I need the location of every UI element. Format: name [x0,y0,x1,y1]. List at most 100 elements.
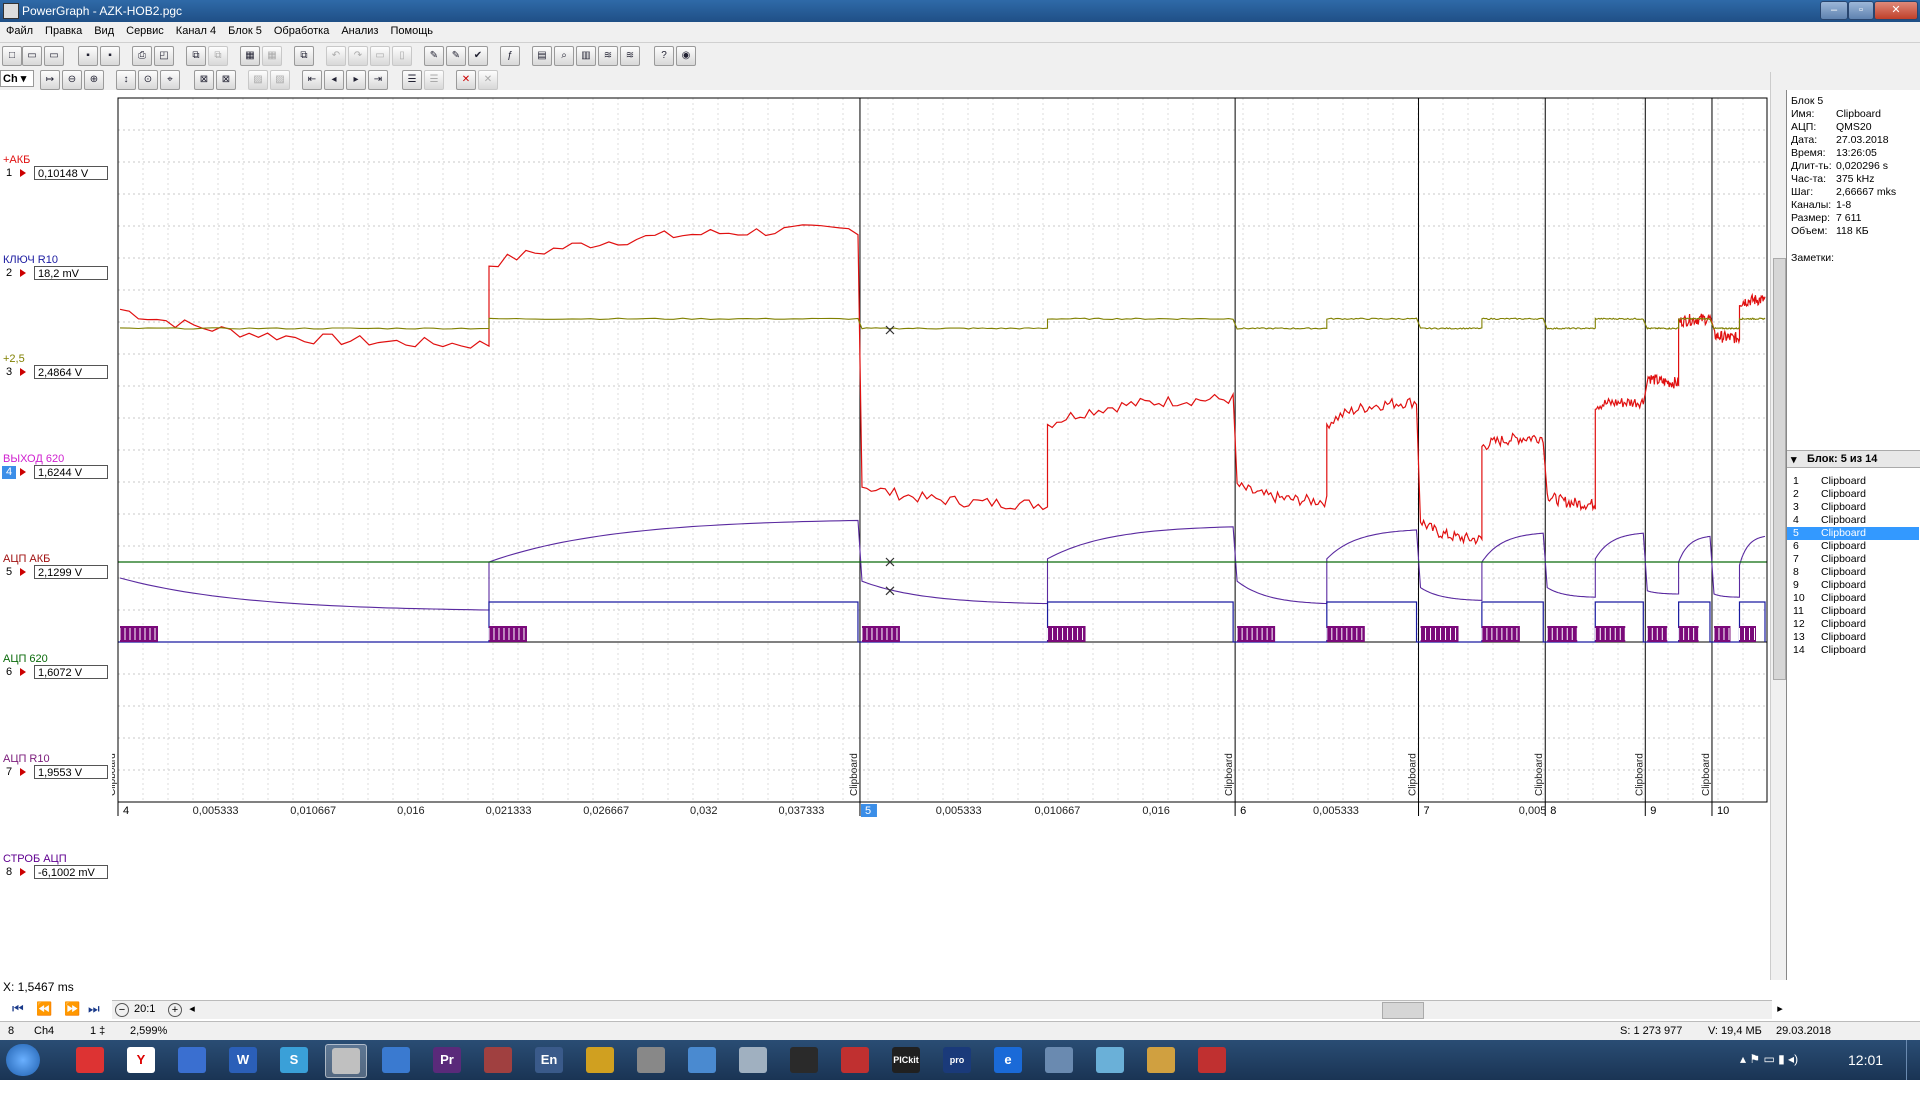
table-icon[interactable]: ▤ [532,46,552,66]
grid2-icon[interactable]: ☰ [424,70,444,90]
taskbar-app-5[interactable]: S [274,1044,314,1076]
grid-icon[interactable]: ☰ [402,70,422,90]
tray-icons[interactable]: ▴ ⚑ ▭ ▮ ◂) [1740,1052,1798,1066]
channel-row[interactable]: 6 1,6072 V [0,665,112,681]
new-file-icon[interactable]: □ [2,46,22,66]
horizontal-scroll-thumb[interactable] [1382,1002,1424,1019]
plot-area[interactable]: 17161514131211109876543210-1-2-3-4-5Clip… [92,90,1772,980]
block-list-item[interactable]: 13 Clipboard [1787,631,1919,644]
taskbar-app-12[interactable] [631,1044,671,1076]
block-list-item[interactable]: 8 Clipboard [1787,566,1919,579]
first-block-icon[interactable]: ⇤ [302,70,322,90]
channel-number[interactable]: 3 [2,366,16,379]
channel-number[interactable]: 1 [2,167,16,180]
trim-icon[interactable]: ▯ [392,46,412,66]
vertical-scroll-thumb[interactable] [1773,258,1786,680]
cursor-icon[interactable]: ↦ [40,70,60,90]
channel-select[interactable]: Ch ▾ [0,70,34,87]
taskbar-app-8[interactable]: Pr [427,1044,467,1076]
auto-scale-icon[interactable]: ⊠ [194,70,214,90]
forward-icon[interactable]: ⏩ [64,1001,80,1017]
block-list-item[interactable]: 5 Clipboard [1787,527,1919,540]
remove-disabled-icon[interactable]: ✕ [478,70,498,90]
block-list-item[interactable]: 1 Clipboard [1787,475,1919,488]
taskbar-app-11[interactable] [580,1044,620,1076]
channel-arrow-icon[interactable] [20,269,26,277]
block-list-item[interactable]: 4 Clipboard [1787,514,1919,527]
block-list-item[interactable]: 7 Clipboard [1787,553,1919,566]
taskbar-app-4[interactable]: W [223,1044,263,1076]
print-preview-icon[interactable]: ◰ [154,46,174,66]
help-icon[interactable]: ? [654,46,674,66]
last-icon[interactable]: ⏭ [88,1001,100,1017]
channel-row[interactable]: 7 1,9553 V [0,765,112,781]
menu-processing[interactable]: Обработка [268,22,335,37]
channel-number[interactable]: 4 [2,466,16,479]
rewind-icon[interactable]: ⏪ [36,1001,52,1017]
maximize-button[interactable]: ▫ [1848,1,1874,20]
first-icon[interactable]: ⏮ [12,1001,24,1017]
filter-icon[interactable]: ✔ [468,46,488,66]
taskbar-app-7[interactable] [376,1044,416,1076]
channel-number[interactable]: 5 [2,566,16,579]
taskbar-app-23[interactable] [1192,1044,1232,1076]
taskbar-app-19[interactable]: e [988,1044,1028,1076]
taskbar-app-22[interactable] [1141,1044,1181,1076]
scroll-left-arrow[interactable]: ◂ [186,1002,198,1016]
taskbar-app-16[interactable] [835,1044,875,1076]
marker2-icon[interactable]: ▨ [270,70,290,90]
marker-icon[interactable]: ▨ [248,70,268,90]
channel-row[interactable]: 8 -6,1002 mV [0,865,112,881]
close-button[interactable]: ✕ [1874,1,1918,20]
channel-number[interactable]: 6 [2,666,16,679]
start-button[interactable] [6,1044,40,1076]
block-list-header[interactable]: ▾ Блок: 5 из 14 [1787,450,1920,468]
edit-channel-icon[interactable]: ✎ [446,46,466,66]
open-folder-icon[interactable]: ▭ [44,46,64,66]
prev-block-icon[interactable]: ◂ [324,70,344,90]
signal-chart[interactable]: 17161514131211109876543210-1-2-3-4-5Clip… [92,90,1772,980]
crosshair-icon[interactable]: ⌖ [160,70,180,90]
taskbar-app-21[interactable] [1090,1044,1130,1076]
minimize-button[interactable]: – [1820,1,1848,20]
remove-icon[interactable]: ✕ [456,70,476,90]
block-list-item[interactable]: 2 Clipboard [1787,488,1919,501]
channel-row[interactable]: 2 18,2 mV [0,266,112,282]
menu-service[interactable]: Сервис [120,22,170,37]
block-list-item[interactable]: 10 Clipboard [1787,592,1919,605]
block-list-item[interactable]: 9 Clipboard [1787,579,1919,592]
delete-icon[interactable]: ▭ [370,46,390,66]
zoom-out-button[interactable]: − [115,1003,129,1017]
undo-icon[interactable]: ↶ [326,46,346,66]
taskbar-app-14[interactable] [733,1044,773,1076]
pencil-icon[interactable]: ✎ [424,46,444,66]
menu-help[interactable]: Помощь [384,22,439,37]
center-icon[interactable]: ⊙ [138,70,158,90]
analysis-icon[interactable]: ≋ [620,46,640,66]
menu-channel[interactable]: Канал 4 [170,22,222,37]
channel-number[interactable]: 8 [2,866,16,879]
block-list-item[interactable]: 12 Clipboard [1787,618,1919,631]
taskbar-app-3[interactable] [172,1044,212,1076]
taskbar-app-20[interactable] [1039,1044,1079,1076]
print-icon[interactable]: ⎙ [132,46,152,66]
fit-icon[interactable]: ⊠ [216,70,236,90]
zoom-out-icon[interactable]: ⊖ [62,70,82,90]
channel-arrow-icon[interactable] [20,368,26,376]
channel-row[interactable]: 5 2,1299 V [0,565,112,581]
select-all-icon[interactable]: ▦ [240,46,260,66]
scale-y-icon[interactable]: ↕ [116,70,136,90]
next-block-icon[interactable]: ▸ [346,70,366,90]
scroll-right-arrow[interactable]: ▸ [1774,1002,1786,1016]
cut-icon[interactable]: ▦ [262,46,282,66]
menu-analysis[interactable]: Анализ [335,22,384,37]
copy-block-icon[interactable]: ⧉ [186,46,206,66]
taskbar-app-18[interactable]: pro AIS [937,1044,977,1091]
channel-row[interactable]: 4 1,6244 V [0,465,112,481]
channel-arrow-icon[interactable] [20,868,26,876]
save-icon[interactable]: ▪ [78,46,98,66]
taskbar-app-9[interactable] [478,1044,518,1076]
menu-view[interactable]: Вид [88,22,120,37]
taskbar-app-15[interactable] [784,1044,824,1076]
last-block-icon[interactable]: ⇥ [368,70,388,90]
